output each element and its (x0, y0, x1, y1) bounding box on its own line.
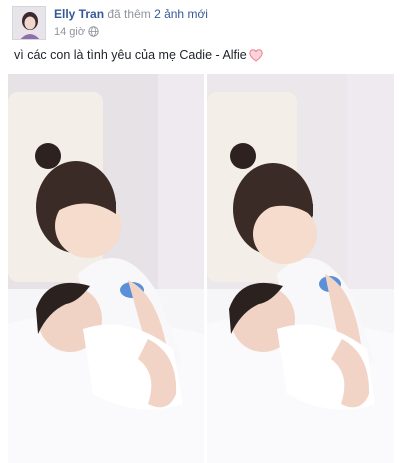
action-text: đã thêm (107, 7, 151, 21)
caption-text: vì các con là tình yêu của mẹ Cadie - Al… (14, 48, 247, 62)
photo-grid (8, 74, 394, 463)
heart-icon (249, 49, 263, 65)
post-title-line: Elly Tran đã thêm 2 ảnh mới (54, 7, 208, 21)
photo-1[interactable] (8, 74, 204, 463)
avatar[interactable] (12, 6, 46, 40)
post-header: Elly Tran đã thêm 2 ảnh mới 14 giờ (12, 6, 392, 42)
facebook-post: Elly Tran đã thêm 2 ảnh mới 14 giờ vì cá… (0, 0, 400, 463)
timestamp[interactable]: 14 giờ (54, 26, 85, 38)
globe-icon (88, 26, 99, 40)
photos-link[interactable]: 2 ảnh mới (154, 7, 208, 21)
post-caption: vì các con là tình yêu của mẹ Cadie - Al… (14, 48, 263, 65)
photo-2[interactable] (207, 74, 394, 463)
author-name[interactable]: Elly Tran (54, 7, 104, 21)
post-meta: 14 giờ (54, 26, 99, 40)
